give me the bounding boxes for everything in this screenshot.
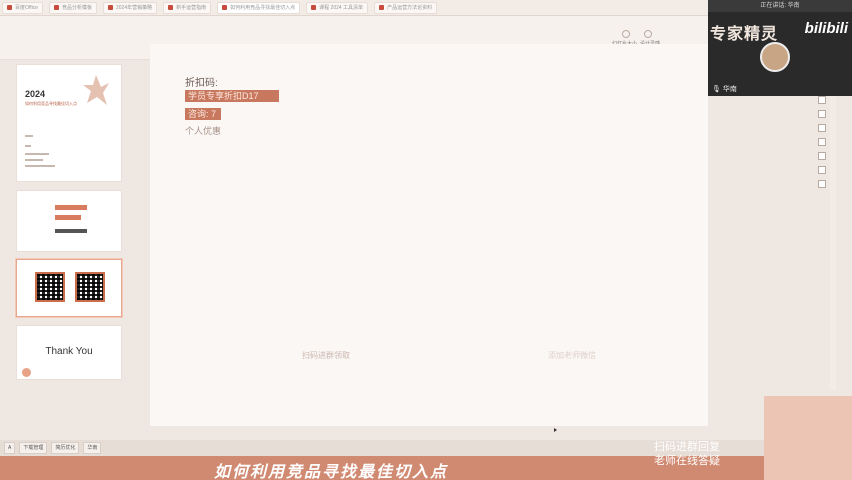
- tab-3[interactable]: 新手运营指南: [163, 1, 212, 14]
- slide-thumbnail-1[interactable]: 2024 如何利用竞品寻找最佳切入点: [16, 64, 122, 182]
- doc-icon: [108, 5, 113, 10]
- webcam-overlay: 正在讲话: 华南 专家精灵 bilibili 🎙 华南: [708, 0, 852, 96]
- mic-indicator: 🎙 华南: [712, 84, 737, 94]
- tab-2[interactable]: 2024年营销策略: [103, 1, 158, 14]
- doc-icon: [53, 5, 59, 10]
- slide-canvas[interactable]: 折扣码: 学员专享折扣D17 咨询: 7 个人优惠 扫码进群领取 添加老师微信: [150, 44, 708, 432]
- doc-icon: [222, 5, 228, 10]
- tab-label: 新手运营指南: [176, 5, 207, 11]
- personal-note: 个人优惠: [185, 126, 222, 136]
- tool-icon[interactable]: [818, 138, 826, 146]
- bird-decoration-icon: [83, 75, 109, 105]
- tab-1[interactable]: 竞品分析模板: [48, 1, 97, 14]
- taskbar-item[interactable]: 下载管理: [19, 442, 48, 454]
- slide-thumbnail-panel: 2024 如何利用竞品寻找最佳切入点 Thank You: [0, 60, 150, 440]
- title-banner: 如何利用竞品寻找最佳切入点: [0, 456, 852, 480]
- tab-label: 百度Office: [15, 5, 38, 11]
- thumbnail-text-line: [25, 153, 49, 155]
- thumbnail-highlight: [55, 215, 81, 220]
- taskbar-item[interactable]: 华南: [83, 442, 102, 454]
- discount-label: 折扣码:: [185, 78, 218, 89]
- qr-code-icon: [75, 272, 105, 302]
- tab-label: 课程 2024 工具清单: [319, 5, 364, 11]
- accent-dot-icon: [22, 368, 31, 377]
- thumbnail-text-line: [25, 165, 55, 167]
- tool-icon[interactable]: [818, 152, 826, 160]
- tab-6[interactable]: 产品运营方法论资料: [374, 1, 438, 14]
- thumbnail-text-line: [25, 135, 33, 137]
- promo-line-2: 老师在线答疑: [654, 454, 720, 467]
- doc-icon: [168, 5, 174, 10]
- thumbnail-highlight: [55, 205, 87, 210]
- thumbnail-text-line: [25, 159, 43, 161]
- qr-code-icon: [35, 272, 65, 302]
- qr-caption-right: 添加老师微信: [548, 351, 596, 360]
- discount-code-highlight: 学员专享折扣D17: [185, 90, 279, 102]
- taskbar: A 下载管理 简历优化 华南: [0, 440, 852, 456]
- slide-thumbnail-2[interactable]: [16, 190, 122, 252]
- tool-icon[interactable]: [818, 124, 826, 132]
- mouse-cursor-icon: [554, 428, 557, 432]
- speaker-name: 华南: [722, 86, 737, 93]
- banner-title: 如何利用竞品寻找最佳切入点: [214, 464, 449, 480]
- thumbnail-year: 2024: [25, 89, 46, 99]
- promo-card: [764, 396, 852, 480]
- avatar: [760, 42, 790, 72]
- design-ideas-icon[interactable]: [644, 30, 652, 38]
- promo-card-text: 扫码进群回复 老师在线答疑: [654, 440, 720, 468]
- slide-thumbnail-3[interactable]: [16, 259, 122, 317]
- tool-icon[interactable]: [818, 96, 826, 104]
- webcam-title: 专家精灵: [710, 26, 779, 43]
- thumbnail-subtitle: 如何利用竞品寻找最佳切入点: [25, 101, 77, 106]
- tool-icon[interactable]: [818, 110, 826, 118]
- slide-size-icon[interactable]: [622, 30, 630, 38]
- doc-icon: [311, 5, 317, 10]
- thank-you-text: Thank You: [45, 346, 93, 357]
- vertical-scrollbar[interactable]: [830, 96, 836, 390]
- qr-caption-left: 扫码进群领取: [302, 351, 350, 360]
- speaking-status: 正在讲话: 华南: [708, 0, 852, 12]
- tool-icon[interactable]: [818, 180, 826, 188]
- right-tool-strip: [816, 96, 828, 396]
- slide-thumbnail-4[interactable]: Thank You: [16, 325, 122, 380]
- thumbnail-text-bar: [55, 229, 87, 233]
- doc-icon: [7, 5, 12, 10]
- tab-label: 竞品分析模板: [61, 5, 92, 11]
- bilibili-logo: bilibili: [804, 20, 848, 37]
- promo-line-1: 扫码进群回复: [654, 440, 720, 453]
- thumbnail-text-line: [25, 145, 31, 147]
- tab-label: 2024年营销策略: [116, 5, 153, 11]
- doc-icon: [379, 5, 385, 10]
- tab-5[interactable]: 课程 2024 工具清单: [306, 1, 369, 14]
- tab-label: 如何利用竞品寻找最佳切入点: [230, 5, 296, 11]
- consult-highlight: 咨询: 7: [185, 108, 221, 120]
- mic-icon: 🎙: [712, 86, 721, 93]
- tool-icon[interactable]: [818, 166, 826, 174]
- taskbar-item[interactable]: 简历优化: [51, 442, 80, 454]
- taskbar-item[interactable]: A: [4, 442, 16, 454]
- tab-4[interactable]: 如何利用竞品寻找最佳切入点: [217, 1, 301, 14]
- tab-0[interactable]: 百度Office: [2, 1, 43, 14]
- tab-label: 产品运营方法论资料: [387, 5, 433, 11]
